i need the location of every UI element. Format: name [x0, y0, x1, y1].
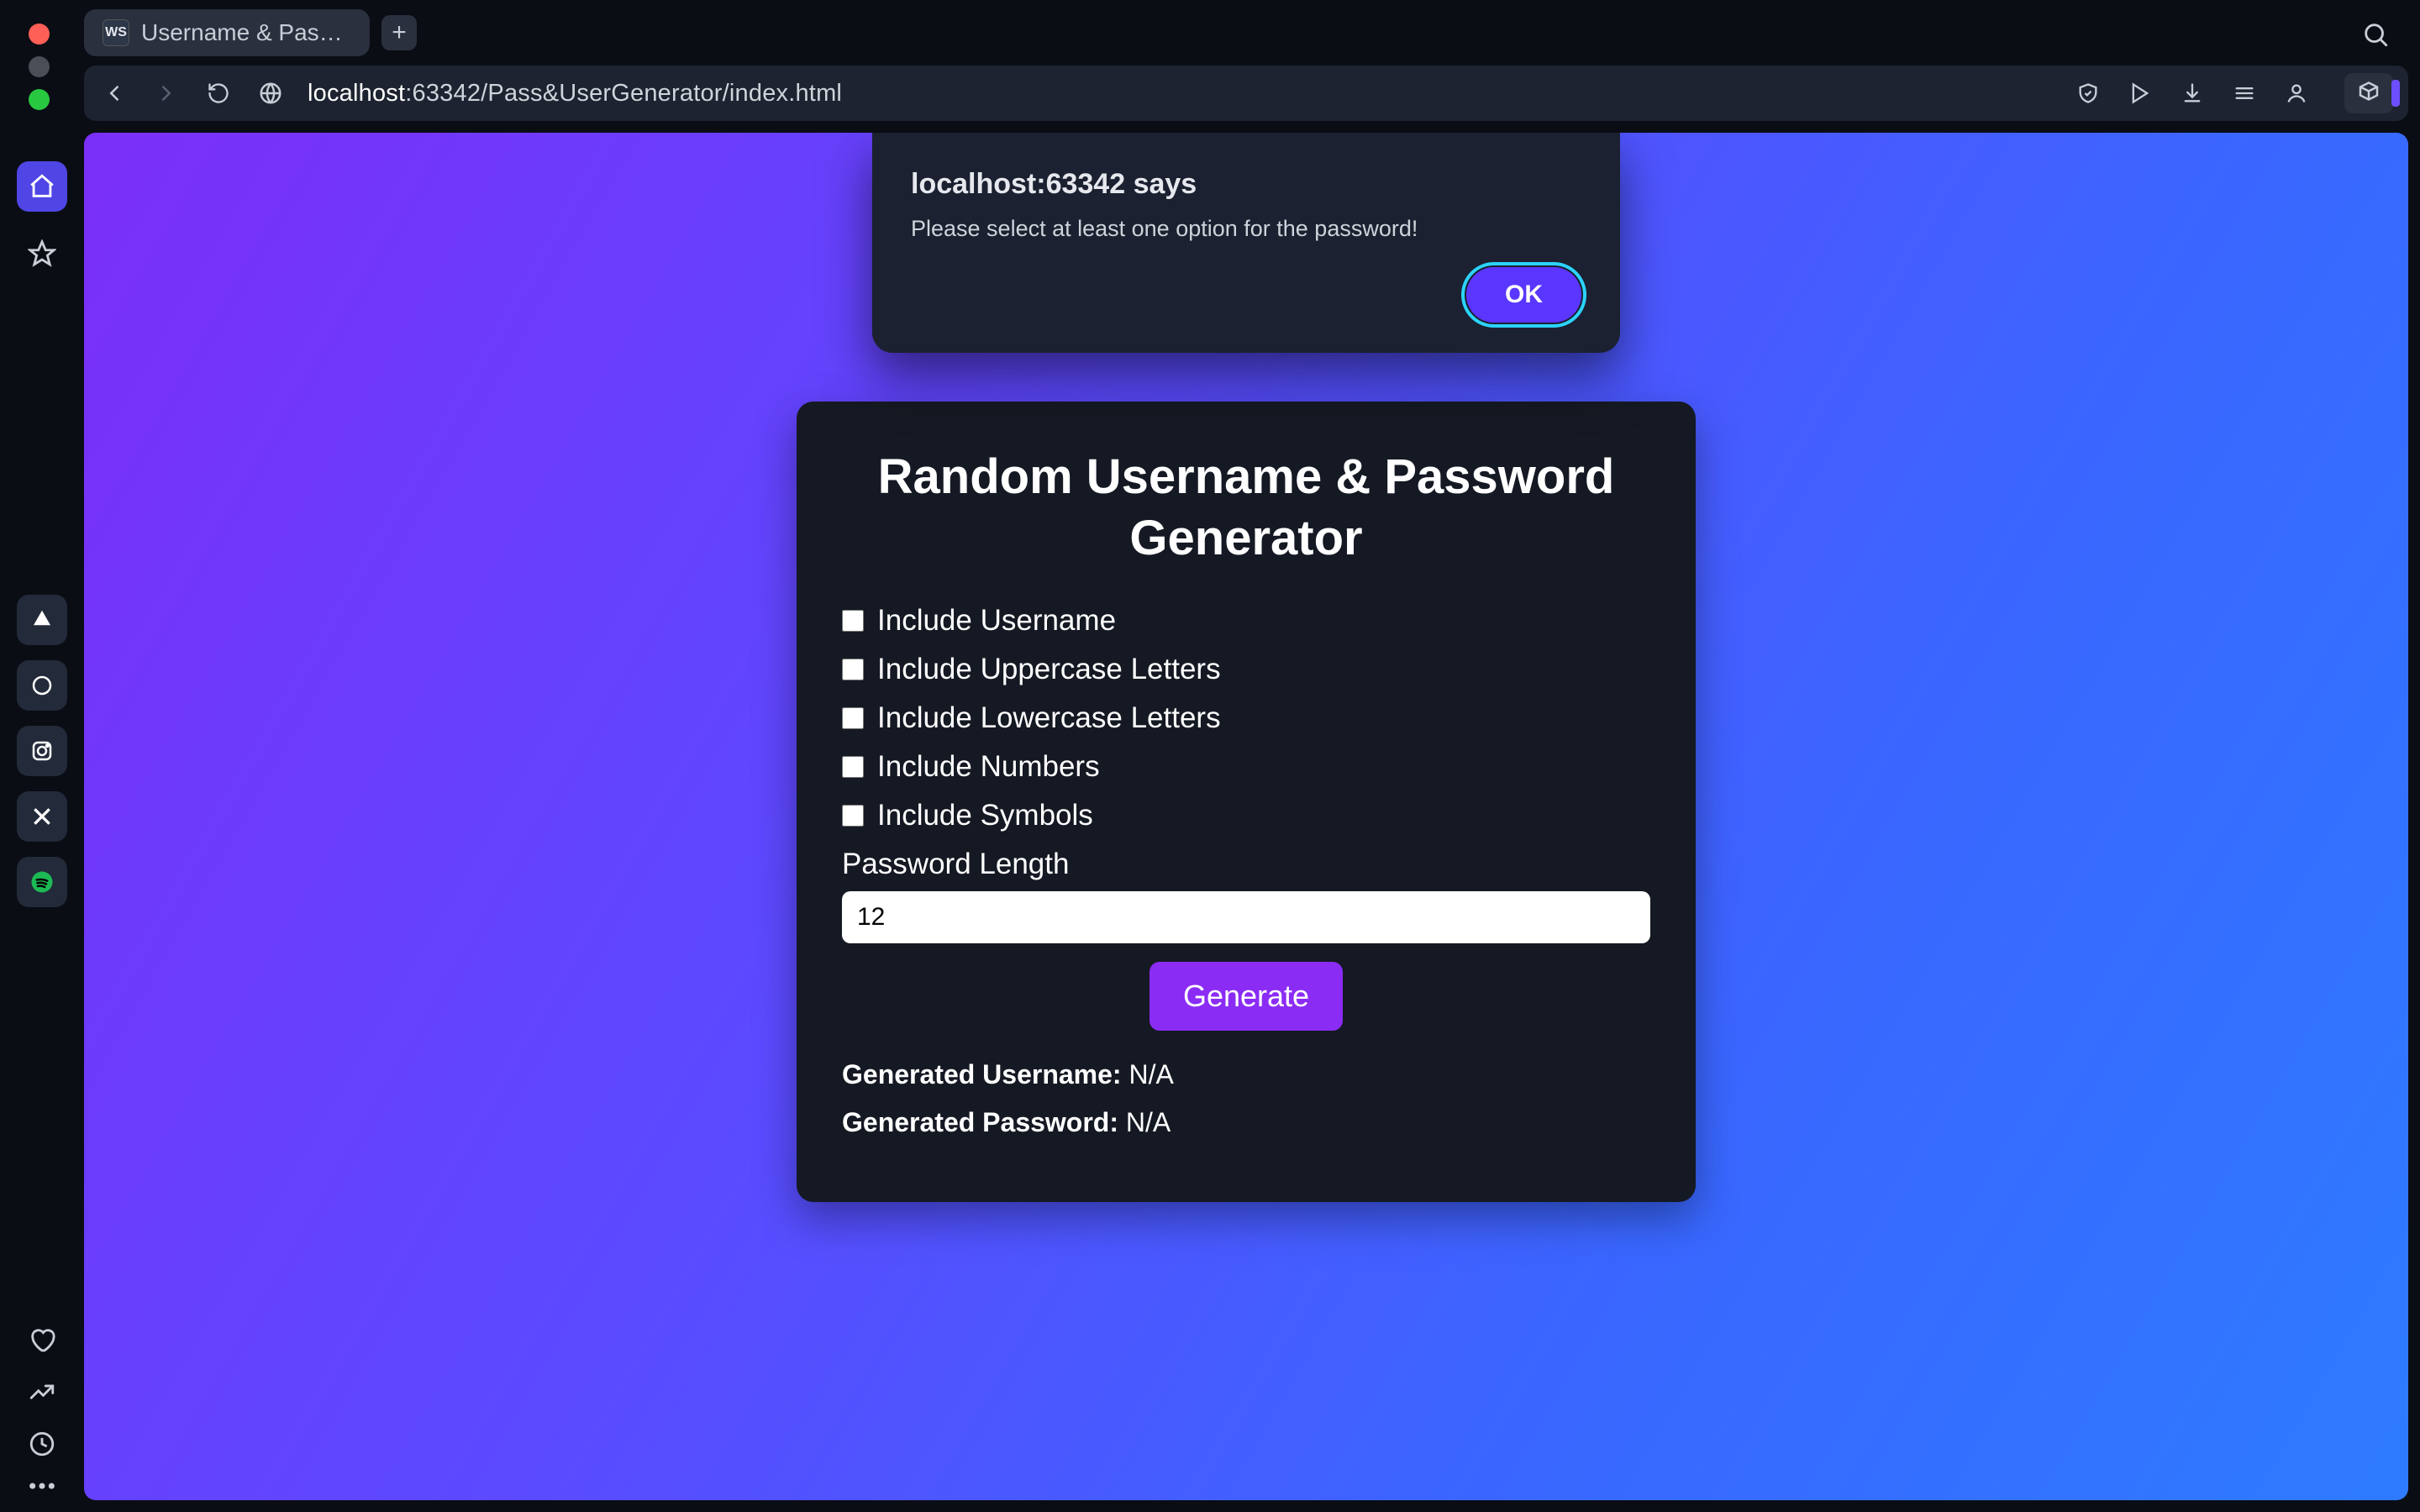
generate-button[interactable]: Generate — [1150, 962, 1343, 1031]
sidebar-bottom — [0, 1326, 84, 1490]
tab-favicon: WS — [103, 19, 129, 46]
generated-username-value: N/A — [1128, 1059, 1173, 1089]
option-label: Include Username — [877, 604, 1116, 638]
extensions-button[interactable] — [2344, 73, 2393, 113]
search-tabs-icon[interactable] — [2361, 20, 2390, 49]
shield-icon[interactable] — [2074, 79, 2102, 108]
site-info-icon[interactable] — [255, 78, 286, 108]
alert-ok-button[interactable]: OK — [1466, 267, 1581, 323]
favorites-heart-icon[interactable] — [28, 1326, 56, 1354]
checkbox-include-uppercase[interactable] — [842, 659, 864, 680]
checkbox-include-lowercase[interactable] — [842, 707, 864, 729]
javascript-alert-dialog: localhost:63342 says Please select at le… — [872, 133, 1620, 353]
forward-button[interactable] — [151, 78, 182, 108]
close-window-button[interactable] — [29, 24, 50, 45]
checkbox-include-symbols[interactable] — [842, 805, 864, 827]
checkbox-include-username[interactable] — [842, 610, 864, 632]
option-include-username[interactable]: Include Username — [842, 604, 1650, 638]
generated-username-row: Generated Username: N/A — [842, 1059, 1650, 1090]
left-sidebar — [0, 133, 84, 1512]
app-tile-x[interactable] — [17, 791, 67, 842]
page-viewport: localhost:63342 says Please select at le… — [84, 133, 2408, 1500]
back-button[interactable] — [99, 78, 129, 108]
password-length-input[interactable] — [842, 891, 1650, 943]
option-include-lowercase[interactable]: Include Lowercase Letters — [842, 701, 1650, 735]
generated-password-row: Generated Password: N/A — [842, 1107, 1650, 1138]
extensions-accent — [2391, 80, 2400, 107]
fullscreen-window-button[interactable] — [29, 89, 50, 110]
more-ellipsis-icon[interactable] — [28, 1482, 56, 1490]
minimize-window-button[interactable] — [29, 56, 50, 77]
checkbox-include-numbers[interactable] — [842, 756, 864, 778]
downloads-icon[interactable] — [2178, 79, 2207, 108]
reload-button[interactable] — [203, 78, 234, 108]
option-label: Include Lowercase Letters — [877, 701, 1221, 735]
send-icon[interactable] — [2126, 79, 2154, 108]
generated-password-value: N/A — [1126, 1107, 1171, 1137]
history-clock-icon[interactable] — [28, 1430, 56, 1458]
stats-icon[interactable] — [28, 1378, 56, 1406]
settings-sliders-icon[interactable] — [2230, 79, 2259, 108]
generated-password-label: Generated Password: — [842, 1107, 1118, 1137]
option-include-uppercase[interactable]: Include Uppercase Letters — [842, 653, 1650, 686]
window-controls — [29, 24, 50, 110]
address-bar[interactable]: localhost:63342/Pass&UserGenerator/index… — [308, 80, 2052, 108]
app-tile-1[interactable] — [17, 595, 67, 645]
app-tile-spotify[interactable] — [17, 857, 67, 907]
generated-username-label: Generated Username: — [842, 1059, 1122, 1089]
tab-title: Username & Password G — [141, 19, 351, 46]
toolbar-right-icons — [2074, 73, 2393, 113]
home-icon[interactable] — [17, 161, 67, 212]
password-length-label: Password Length — [842, 848, 1650, 881]
url-path: :63342/Pass&UserGenerator/index.html — [405, 80, 842, 107]
alert-message: Please select at least one option for th… — [911, 216, 1581, 242]
option-include-symbols[interactable]: Include Symbols — [842, 799, 1650, 832]
new-tab-button[interactable]: + — [381, 15, 417, 50]
app-tile-chatgpt[interactable] — [17, 660, 67, 711]
alert-title: localhost:63342 says — [911, 168, 1581, 201]
option-label: Include Numbers — [877, 750, 1100, 784]
option-label: Include Uppercase Letters — [877, 653, 1221, 686]
browser-toolbar: localhost:63342/Pass&UserGenerator/index… — [84, 66, 2408, 121]
browser-tab[interactable]: WS Username & Password G — [84, 9, 370, 56]
option-include-numbers[interactable]: Include Numbers — [842, 750, 1650, 784]
option-label: Include Symbols — [877, 799, 1093, 832]
profile-icon[interactable] — [2282, 79, 2311, 108]
tab-strip: WS Username & Password G + — [0, 0, 2420, 66]
url-host: localhost — [308, 80, 405, 107]
page-title: Random Username & Password Generator — [842, 447, 1650, 569]
bookmark-star-icon[interactable] — [17, 228, 67, 279]
generator-card: Random Username & Password Generator Inc… — [797, 402, 1696, 1202]
app-tile-instagram[interactable] — [17, 726, 67, 776]
